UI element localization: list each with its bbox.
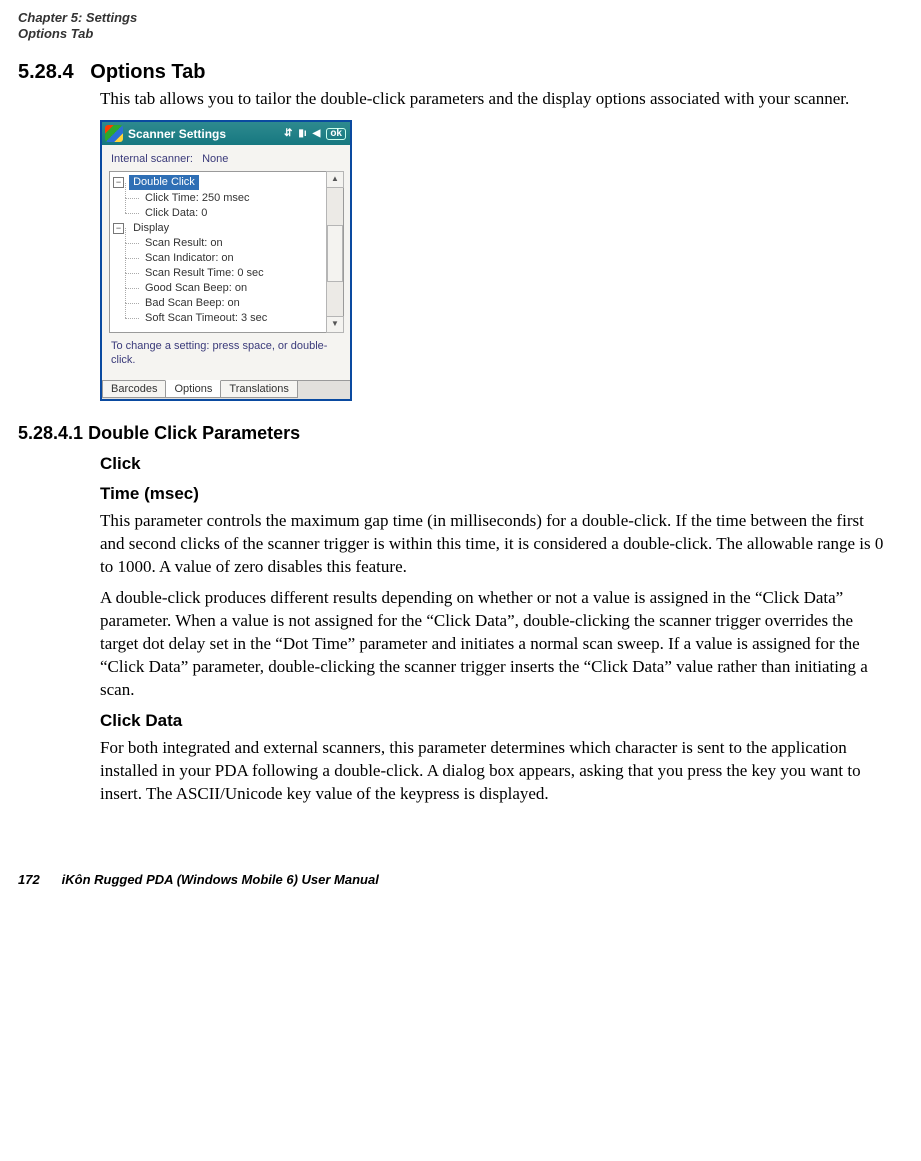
window-title: Scanner Settings	[128, 127, 226, 141]
subsection-title: Double Click Parameters	[88, 423, 300, 443]
page-content: 5.28.4 Options Tab This tab allows you t…	[0, 45, 921, 855]
subsection-number: 5.28.4.1	[18, 423, 83, 443]
tree-item-click-data[interactable]: Click Data: 0	[113, 206, 324, 221]
window-titlebar: Scanner Settings ⇵ ▮ı ◀ ok	[102, 122, 350, 145]
page-number: 172	[18, 872, 58, 887]
tab-options[interactable]: Options	[165, 380, 221, 398]
scroll-up-button[interactable]: ▲	[326, 171, 344, 188]
tree-node-label[interactable]: Double Click	[129, 175, 199, 190]
signal-icon[interactable]: ▮ı	[298, 129, 306, 139]
tree-node-label[interactable]: Display	[129, 221, 173, 236]
running-header: Chapter 5: Settings Options Tab	[0, 0, 921, 45]
volume-icon[interactable]: ◀	[313, 129, 321, 139]
param-label-time: Time (msec)	[100, 484, 889, 504]
tree-content: − Double Click Click Time: 250 msec Clic…	[110, 172, 326, 332]
internal-scanner-row: Internal scanner: None	[111, 153, 344, 165]
tab-barcodes[interactable]: Barcodes	[102, 381, 166, 398]
connectivity-icon[interactable]: ⇵	[284, 129, 292, 139]
scroll-thumb[interactable]	[327, 225, 343, 282]
tree-item-soft-scan-timeout[interactable]: Soft Scan Timeout: 3 sec	[113, 311, 324, 326]
tab-translations[interactable]: Translations	[220, 381, 298, 398]
header-line-2: Options Tab	[18, 26, 901, 42]
section-heading: 5.28.4 Options Tab	[18, 61, 901, 84]
param-label-click-data: Click Data	[100, 711, 889, 731]
tree-item-bad-scan-beep[interactable]: Bad Scan Beep: on	[113, 296, 324, 311]
param-click-block: Click Time (msec) This parameter control…	[100, 454, 889, 806]
internal-scanner-label: Internal scanner:	[111, 153, 193, 165]
scroll-down-button[interactable]: ▼	[326, 316, 344, 333]
start-icon[interactable]	[105, 125, 123, 142]
manual-title: iKôn Rugged PDA (Windows Mobile 6) User …	[62, 872, 379, 887]
header-line-1: Chapter 5: Settings	[18, 10, 901, 26]
section-title: Options Tab	[90, 61, 205, 83]
tree-group-double-click[interactable]: − Double Click	[113, 175, 324, 190]
scroll-track[interactable]	[327, 187, 343, 317]
tree-group-display[interactable]: − Display	[113, 221, 324, 236]
scanner-settings-screenshot: Scanner Settings ⇵ ▮ı ◀ ok Internal scan…	[100, 120, 352, 401]
param-clickdata-para: For both integrated and external scanner…	[100, 737, 889, 806]
hint-text: To change a setting: press space, or dou…	[111, 340, 344, 368]
collapse-toggle[interactable]: −	[113, 177, 124, 188]
vertical-scrollbar[interactable]: ▲ ▼	[326, 172, 343, 332]
param-click-para-1: This parameter controls the maximum gap …	[100, 510, 889, 579]
tree-item-good-scan-beep[interactable]: Good Scan Beep: on	[113, 281, 324, 296]
tree-item-scan-indicator[interactable]: Scan Indicator: on	[113, 251, 324, 266]
tree-item-scan-result-time[interactable]: Scan Result Time: 0 sec	[113, 266, 324, 281]
titlebar-status-icons: ⇵ ▮ı ◀ ok	[284, 128, 346, 140]
tree-item-scan-result[interactable]: Scan Result: on	[113, 236, 324, 251]
param-click-para-2: A double-click produces different result…	[100, 587, 889, 702]
section-intro: This tab allows you to tailor the double…	[100, 88, 889, 111]
collapse-toggle[interactable]: −	[113, 223, 124, 234]
tree-item-click-time[interactable]: Click Time: 250 msec	[113, 191, 324, 206]
ok-button[interactable]: ok	[326, 128, 346, 140]
internal-scanner-value: None	[202, 153, 228, 165]
param-label-click: Click	[100, 454, 889, 474]
subsection-heading: 5.28.4.1 Double Click Parameters	[18, 423, 901, 444]
options-tree: − Double Click Click Time: 250 msec Clic…	[109, 171, 344, 333]
section-number: 5.28.4	[18, 61, 74, 83]
window-body: Internal scanner: None − Double Click Cl…	[102, 145, 350, 380]
tab-bar: Barcodes Options Translations	[102, 380, 350, 399]
running-footer: 172 iKôn Rugged PDA (Windows Mobile 6) U…	[0, 854, 921, 901]
